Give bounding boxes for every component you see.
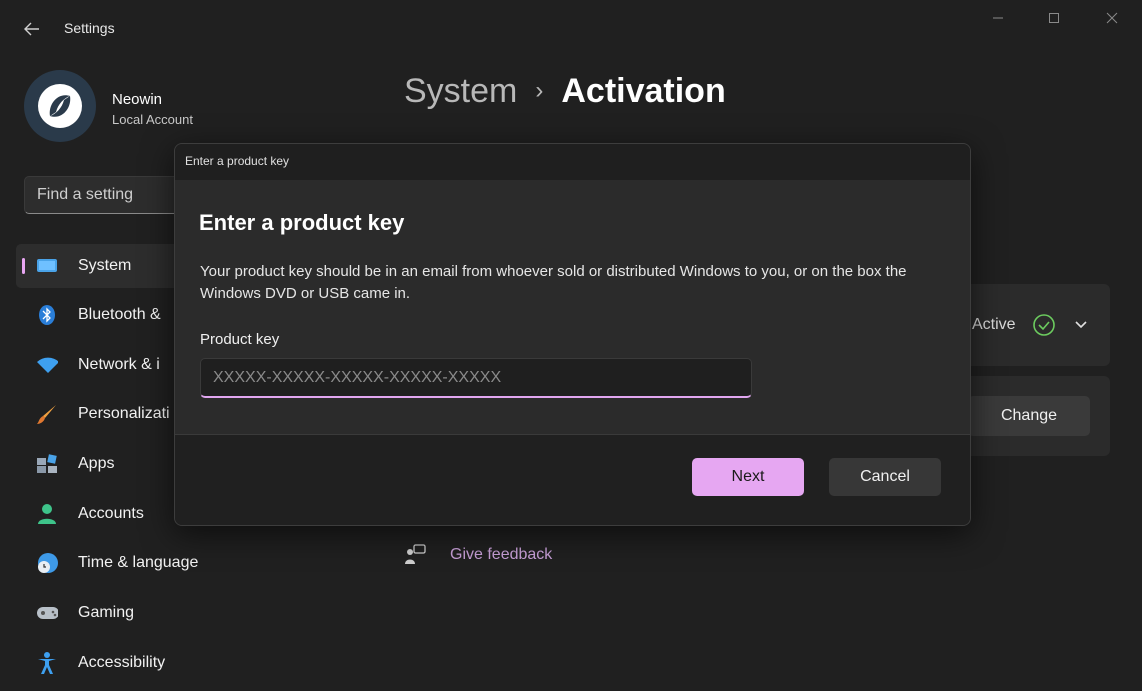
check-circle-icon (1033, 314, 1055, 336)
activation-status: Active (972, 316, 1016, 333)
sidebar-item-label: Apps (78, 455, 115, 472)
sidebar-item-label: Time & language (78, 554, 199, 571)
sidebar-item-gaming[interactable]: Gaming (16, 591, 316, 635)
give-feedback-label: Give feedback (450, 546, 553, 563)
breadcrumb-parent[interactable]: System (404, 72, 517, 110)
apps-icon (36, 453, 58, 475)
cancel-button[interactable]: Cancel (829, 458, 941, 496)
avatar[interactable] (24, 70, 96, 142)
dialog-title-bar: Enter a product key (175, 144, 970, 180)
dialog-description: Your product key should be in an email f… (200, 263, 907, 302)
gamepad-icon (36, 602, 58, 624)
page-title: Activation (561, 72, 726, 110)
maximize-icon (1049, 13, 1059, 23)
arrow-left-icon (24, 22, 39, 36)
minimize-icon (993, 17, 1003, 19)
sidebar-item-label: Accounts (78, 505, 144, 522)
monitor-icon (36, 255, 58, 277)
account-type: Local Account (112, 112, 193, 127)
dialog-footer: Next Cancel (175, 434, 970, 525)
bluetooth-icon (36, 304, 58, 326)
brush-icon (36, 403, 58, 425)
back-button[interactable] (14, 14, 50, 44)
sidebar-item-label: Network & i (78, 356, 160, 373)
title-bar: Settings (0, 0, 1142, 56)
sidebar-item-label: Gaming (78, 604, 135, 621)
sidebar-item-label: System (78, 257, 132, 274)
sidebar-item-label: Personalizati (78, 405, 170, 422)
neowin-logo-icon (38, 84, 82, 128)
sidebar-item-time-language[interactable]: Time & language (16, 541, 316, 585)
app-title: Settings (64, 20, 115, 36)
sidebar-item-label: Bluetooth & (78, 306, 161, 323)
product-key-label: Product key (200, 331, 280, 348)
wifi-icon (36, 354, 58, 376)
breadcrumb: System › Activation (404, 72, 726, 111)
minimize-button[interactable] (980, 6, 1016, 30)
feedback-icon (405, 544, 426, 564)
product-key-input[interactable] (200, 358, 752, 398)
next-button[interactable]: Next (692, 458, 804, 496)
maximize-button[interactable] (1036, 6, 1072, 30)
active-indicator (22, 258, 25, 274)
sidebar-item-accessibility[interactable]: Accessibility (16, 641, 316, 685)
close-button[interactable] (1094, 6, 1130, 30)
change-button[interactable]: Change (968, 396, 1090, 436)
breadcrumb-separator: › (535, 77, 544, 104)
globe-clock-icon (36, 552, 58, 574)
close-icon (1106, 12, 1118, 24)
sidebar-item-label: Accessibility (78, 654, 166, 671)
user-name: Neowin (112, 91, 163, 108)
chevron-down-icon[interactable] (1072, 316, 1090, 334)
accessibility-icon (36, 652, 58, 674)
person-icon (36, 503, 58, 525)
product-key-dialog: Enter a product key Enter a product key … (174, 143, 971, 526)
give-feedback-link[interactable]: Give feedback (404, 540, 552, 570)
dialog-heading: Enter a product key (199, 210, 405, 235)
